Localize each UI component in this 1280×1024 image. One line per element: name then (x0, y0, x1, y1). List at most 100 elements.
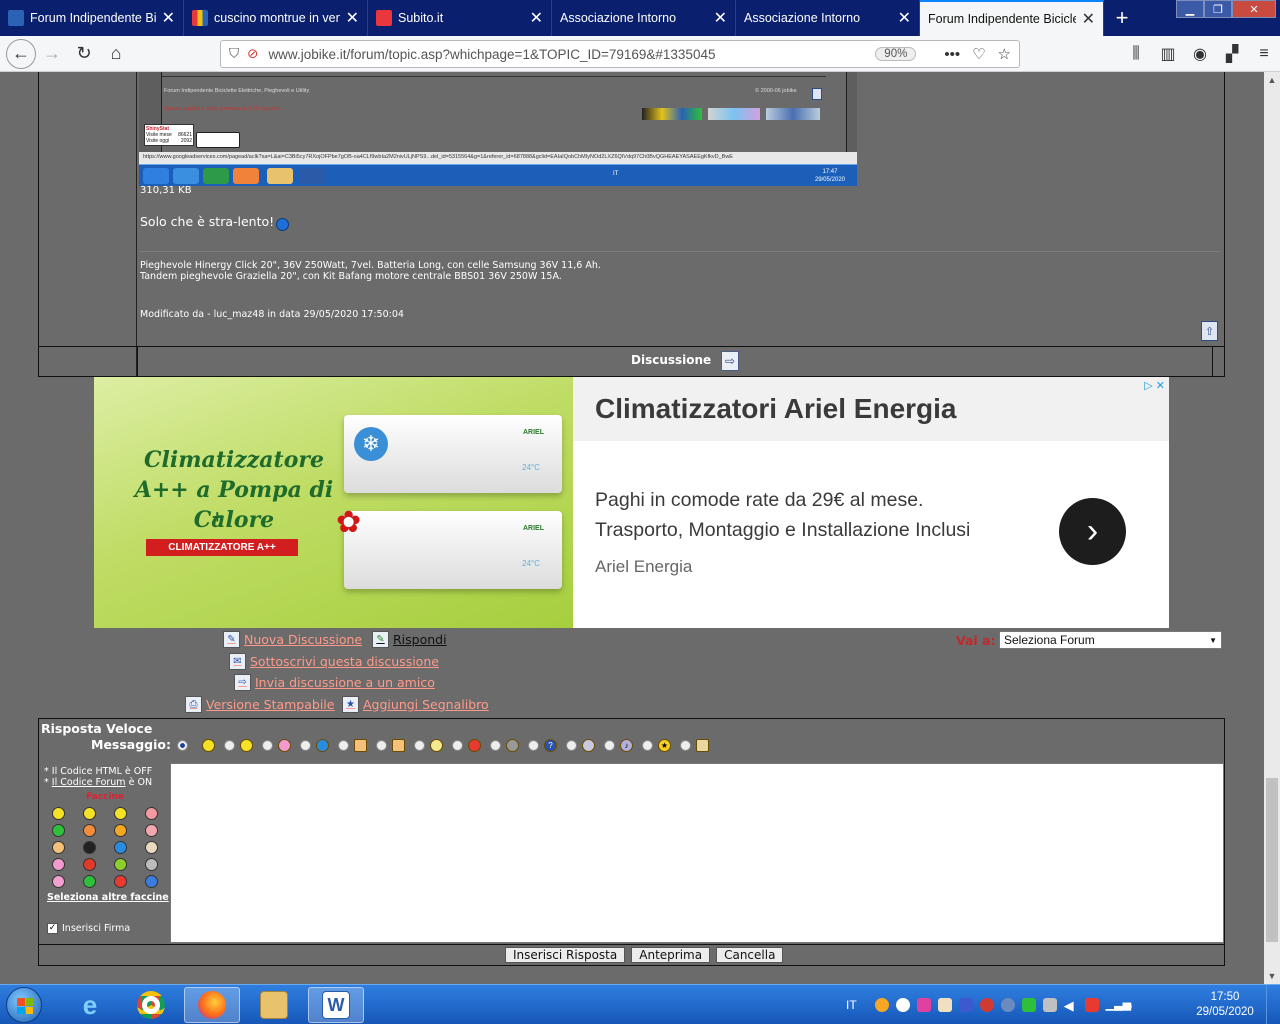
tray-app-icon[interactable] (937, 998, 952, 1012)
radio[interactable] (528, 740, 539, 751)
radio[interactable] (224, 740, 235, 751)
smiley-option[interactable] (414, 739, 443, 752)
volume-icon[interactable]: ◀ (1064, 998, 1078, 1013)
tray-app-icon[interactable] (916, 998, 931, 1012)
smiley-option[interactable] (680, 739, 709, 752)
face-smiley-icon[interactable] (52, 858, 65, 871)
start-button[interactable] (6, 987, 42, 1023)
close-tab-icon[interactable]: ✕ (898, 8, 911, 28)
smiley-option[interactable] (300, 739, 329, 752)
tray-app-icon[interactable] (874, 998, 889, 1012)
scroll-thumb[interactable] (1266, 778, 1278, 942)
close-tab-icon[interactable]: ✕ (162, 8, 175, 28)
reload-icon[interactable]: ↻ (68, 38, 100, 70)
show-desktop-button[interactable] (1266, 985, 1280, 1024)
tab-subito[interactable]: Subito.it ✕ (368, 0, 552, 36)
taskbar-word[interactable]: W (308, 987, 364, 1023)
face-smiley-icon[interactable] (83, 858, 96, 871)
speaker-icon[interactable]: ♪ (1127, 998, 1141, 1013)
page-scrollbar[interactable]: ▲ ▼ (1264, 72, 1280, 984)
new-tab-icon[interactable]: + (1104, 0, 1140, 36)
smiley-option[interactable] (177, 740, 193, 751)
smiley-option[interactable] (490, 739, 519, 752)
face-smiley-icon[interactable] (114, 875, 127, 888)
face-smiley-icon[interactable] (83, 807, 96, 820)
face-smiley-icon[interactable] (145, 875, 158, 888)
go-top-icon[interactable]: ⇧ (1201, 321, 1218, 341)
face-smiley-icon[interactable] (114, 841, 127, 854)
face-smiley-icon[interactable] (114, 824, 127, 837)
close-tab-icon[interactable]: ✕ (714, 8, 727, 28)
tab-associazione-2[interactable]: Associazione Intorno ✕ (736, 0, 920, 36)
face-smiley-icon[interactable] (52, 841, 65, 854)
smiley-option[interactable] (262, 739, 291, 752)
insecure-lock-icon[interactable]: ⊘ (247, 46, 258, 62)
tab-forum-active[interactable]: Forum Indipendente Biciclette ✕ (920, 0, 1104, 36)
smiley-option[interactable]: ♪ (604, 739, 633, 752)
close-tab-icon[interactable]: ✕ (1082, 9, 1095, 29)
smiley-option[interactable]: ? (528, 739, 557, 752)
face-smiley-icon[interactable] (83, 841, 96, 854)
cancel-button[interactable]: Cancella (716, 947, 784, 963)
face-smiley-icon[interactable] (114, 807, 127, 820)
smiley-option[interactable] (566, 739, 595, 752)
radio[interactable] (300, 740, 311, 751)
smiley-option[interactable] (202, 739, 215, 752)
home-icon[interactable]: ⌂ (100, 38, 132, 70)
signature-option[interactable]: ✓ Inserisci Firma (47, 923, 130, 934)
scroll-down-icon[interactable]: ▼ (1264, 968, 1280, 984)
face-smiley-icon[interactable] (145, 858, 158, 871)
ad-banner[interactable]: Climatizzatore A++ a Pompa di Calore + C… (94, 377, 1169, 628)
attached-screenshot[interactable]: Forum Indipendente Biciclette Elettriche… (139, 72, 857, 186)
face-smiley-icon[interactable] (145, 841, 158, 854)
submit-reply-button[interactable]: Inserisci Risposta (505, 947, 626, 963)
menu-icon[interactable]: ≡ (1248, 45, 1280, 63)
forum-code-link[interactable]: Il Codice Forum (52, 777, 126, 788)
radio[interactable] (490, 740, 501, 751)
tray-app-icon[interactable] (1042, 998, 1057, 1012)
smiley-option[interactable] (376, 739, 405, 752)
radio[interactable] (262, 740, 273, 751)
sidebar-icon[interactable]: ▥ (1152, 44, 1184, 64)
smiley-option[interactable]: ★ (642, 739, 671, 752)
taskbar-ie[interactable]: e (62, 987, 118, 1023)
face-smiley-icon[interactable] (83, 875, 96, 888)
library-icon[interactable]: ⫼ (1120, 45, 1152, 63)
pocket-icon[interactable]: ♡ (972, 45, 985, 63)
url-text[interactable]: www.jobike.it/forum/topic.asp?whichpage=… (268, 47, 875, 62)
radio-none[interactable] (177, 740, 188, 751)
face-smiley-icon[interactable] (83, 824, 96, 837)
radio[interactable] (642, 740, 653, 751)
reply-link[interactable]: ✎ Rispondi (372, 631, 447, 648)
language-indicator[interactable]: IT (846, 998, 857, 1012)
radio[interactable] (338, 740, 349, 751)
maximize-icon[interactable]: ❐ (1204, 0, 1232, 18)
shield-icon[interactable]: ⛉ (229, 46, 239, 62)
action-center-flag-icon[interactable] (1084, 998, 1099, 1012)
url-bar[interactable]: ⛉ ⊘ www.jobike.it/forum/topic.asp?whichp… (220, 40, 1020, 68)
smiley-option[interactable] (224, 739, 253, 752)
radio[interactable] (680, 740, 691, 751)
tray-app-icon[interactable] (1000, 998, 1015, 1012)
radio[interactable] (452, 740, 463, 751)
message-textarea[interactable] (170, 763, 1224, 943)
tray-app-icon[interactable] (958, 998, 973, 1012)
close-tab-icon[interactable]: ✕ (346, 8, 359, 28)
radio[interactable] (414, 740, 425, 751)
network-icon[interactable]: ▁▃▅ (1106, 998, 1131, 1012)
minimize-icon[interactable]: ▁ (1176, 0, 1204, 18)
face-smiley-icon[interactable] (52, 875, 65, 888)
more-faces-link[interactable]: Seleziona altre faccine (47, 892, 169, 903)
face-smiley-icon[interactable] (52, 807, 65, 820)
ad-image[interactable]: Climatizzatore A++ a Pompa di Calore + C… (94, 377, 573, 628)
taskbar-firefox[interactable] (184, 987, 240, 1023)
ad-choices-icon[interactable]: ▷ ✕ (1144, 379, 1165, 392)
signature-checkbox[interactable]: ✓ (47, 923, 58, 934)
forum-select[interactable]: Seleziona Forum ▼ (999, 631, 1222, 649)
close-tab-icon[interactable]: ✕ (530, 8, 543, 28)
radio[interactable] (604, 740, 615, 751)
tab-cuscino[interactable]: cuscino montrue in vendita ✕ (184, 0, 368, 36)
send-friend-link[interactable]: ⇨ Invia discussione a un amico (234, 674, 435, 691)
tray-app-icon[interactable] (895, 998, 910, 1012)
taskbar-chrome[interactable] (123, 987, 179, 1023)
